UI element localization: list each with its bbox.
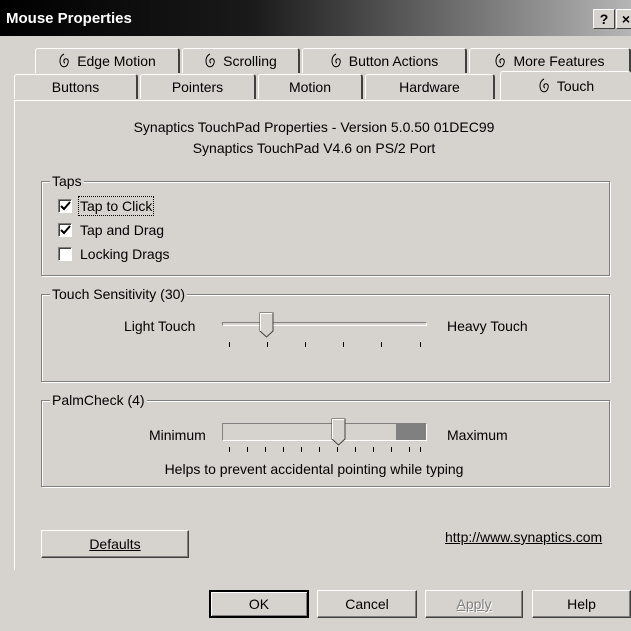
apply-button[interactable]: Apply: [425, 590, 523, 618]
slider-tick: [229, 342, 230, 347]
tab-label: More Features: [513, 53, 605, 69]
heavy-touch-label: Heavy Touch: [447, 318, 528, 334]
device-info-line: Synaptics TouchPad V4.6 on PS/2 Port: [192, 140, 436, 156]
version-info-line: Synaptics TouchPad Properties - Version …: [133, 119, 495, 135]
light-touch-label: Light Touch: [124, 318, 196, 334]
slider-tick: [337, 447, 338, 452]
tab-touch[interactable]: Touch: [500, 71, 631, 100]
tab-label: Scrolling: [223, 53, 277, 69]
checkmark-icon: [60, 201, 71, 211]
tab-buttons[interactable]: Buttons: [14, 74, 138, 99]
button-label: Cancel: [345, 596, 389, 612]
checkbox-box: [58, 223, 72, 237]
tap-to-click-checkbox[interactable]: Tap to Click: [58, 196, 155, 216]
tab-motion[interactable]: Motion: [258, 74, 363, 99]
synaptics-website-link[interactable]: http://www.synaptics.com: [445, 529, 602, 545]
button-label: OK: [248, 596, 270, 612]
taps-legend: Taps: [50, 173, 84, 189]
slider-tick: [301, 447, 302, 452]
slider-tick: [343, 342, 344, 347]
title-bar: Mouse Properties ? ×: [0, 0, 631, 36]
slider-tick: [373, 447, 374, 452]
slider-tick: [420, 342, 421, 347]
locking-drags-checkbox[interactable]: Locking Drags: [58, 246, 170, 262]
slider-tick: [265, 447, 266, 452]
button-label: Help: [567, 596, 596, 612]
checkbox-label: Locking Drags: [80, 246, 170, 262]
slider-tick: [305, 342, 306, 347]
palmcheck-legend: PalmCheck (4): [50, 392, 147, 408]
sensitivity-slider-track[interactable]: [222, 322, 427, 326]
tab-button-actions[interactable]: Button Actions: [302, 48, 467, 73]
tab-scrolling[interactable]: Scrolling: [182, 48, 300, 73]
palmcheck-hint: Helps to prevent accidental pointing whi…: [164, 461, 464, 477]
tap-and-drag-checkbox[interactable]: Tap and Drag: [58, 222, 164, 238]
cancel-button[interactable]: Cancel: [317, 590, 417, 618]
tab-row-front: Buttons Pointers Motion Hardware Touch: [0, 71, 631, 100]
slider-tick: [229, 447, 230, 452]
button-label: Apply: [456, 596, 492, 612]
slider-tick: [409, 447, 410, 452]
touch-sensitivity-legend: Touch Sensitivity (30): [50, 286, 188, 302]
tab-edge-motion[interactable]: Edge Motion: [35, 48, 180, 73]
checkmark-icon: [60, 225, 71, 235]
help-title-button[interactable]: ?: [593, 9, 615, 29]
touch-sensitivity-group: Touch Sensitivity (30): [41, 286, 610, 382]
palmcheck-maximum-label: Maximum: [447, 427, 508, 443]
tab-row-back: Edge Motion Scrolling Button Actions Mor…: [0, 48, 631, 73]
tab-hardware[interactable]: Hardware: [365, 74, 495, 99]
tab-label: Pointers: [171, 79, 224, 95]
tab-more-features[interactable]: More Features: [469, 48, 631, 73]
sensitivity-slider-thumb[interactable]: [259, 312, 275, 338]
tab-label: Edge Motion: [77, 53, 156, 69]
checkbox-box: [58, 199, 72, 213]
touchpad-hand-icon: [495, 53, 506, 68]
palmcheck-slider-thumb[interactable]: [331, 418, 347, 446]
tab-label: Hardware: [399, 79, 460, 95]
tab-label: Touch: [556, 78, 595, 94]
slider-tick: [319, 447, 320, 452]
slider-tick: [267, 342, 268, 347]
button-label: Defaults: [89, 536, 141, 552]
touchpad-hand-icon: [539, 78, 549, 93]
close-title-button[interactable]: ×: [616, 9, 631, 29]
slider-tick: [420, 447, 421, 452]
tab-pointers[interactable]: Pointers: [140, 74, 256, 99]
checkbox-label: Tap to Click: [77, 196, 155, 216]
mouse-properties-window: Mouse Properties ? × Edge Motion Scrolli…: [0, 0, 631, 631]
slider-tick: [355, 447, 356, 452]
palmcheck-range-fill: [396, 424, 426, 440]
checkbox-label: Tap and Drag: [80, 222, 165, 238]
touchpad-hand-icon: [59, 53, 69, 68]
slider-tick: [283, 447, 284, 452]
touchpad-hand-icon: [205, 53, 215, 68]
tab-label: Motion: [288, 79, 332, 95]
palmcheck-slider-track[interactable]: [222, 423, 427, 441]
slider-tick: [247, 447, 248, 452]
tab-label: Buttons: [51, 79, 100, 95]
defaults-button[interactable]: Defaults: [41, 530, 189, 558]
ok-button[interactable]: OK: [209, 590, 309, 618]
slider-tick: [381, 342, 382, 347]
touchpad-hand-icon: [331, 53, 341, 68]
window-title: Mouse Properties: [6, 10, 132, 27]
help-button[interactable]: Help: [532, 590, 631, 618]
checkbox-box: [58, 247, 72, 261]
slider-tick: [391, 447, 392, 452]
tab-label: Button Actions: [348, 53, 439, 69]
palmcheck-minimum-label: Minimum: [149, 427, 206, 443]
